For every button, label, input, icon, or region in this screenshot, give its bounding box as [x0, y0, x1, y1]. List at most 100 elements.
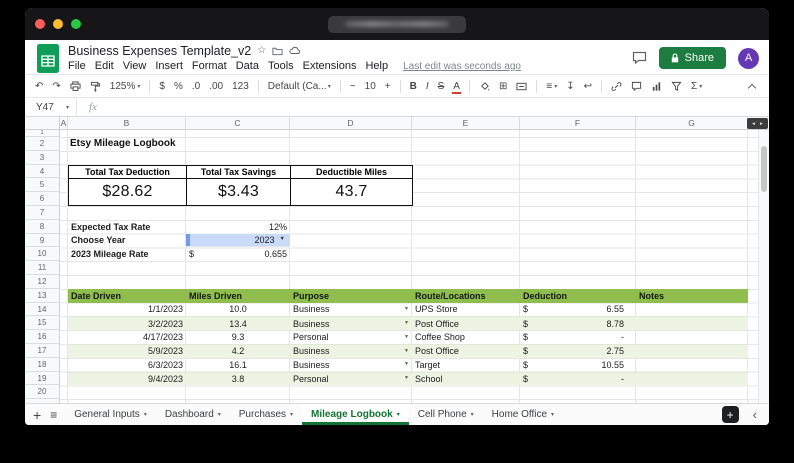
row-header[interactable]: 17 — [25, 344, 59, 358]
log-header-deduction[interactable]: Deduction — [520, 289, 636, 303]
cell-miles[interactable]: 3.8 — [186, 373, 290, 386]
zoom-window-button[interactable] — [71, 19, 81, 29]
move-folder-icon[interactable] — [272, 46, 283, 56]
summary-header-cell[interactable]: Total Tax Deduction — [69, 165, 187, 180]
last-edit-link[interactable]: Last edit was seconds ago — [403, 61, 521, 72]
zoom-select[interactable]: 125% ▾ — [110, 81, 141, 92]
row-header[interactable]: 2 — [25, 137, 59, 151]
cell-route[interactable]: Target — [412, 358, 520, 372]
cell-deduction[interactable]: $ 8.78 — [520, 317, 636, 330]
cell-route[interactable]: UPS Store — [412, 303, 520, 317]
vertical-align-button[interactable]: ↧ — [566, 81, 574, 92]
column-header-f[interactable]: F — [520, 117, 636, 129]
cell-route[interactable]: Post Office — [412, 345, 520, 358]
chevron-down-icon[interactable]: ▾ — [218, 411, 221, 418]
cell-notes[interactable] — [636, 303, 748, 317]
row-header[interactable]: 13 — [25, 289, 59, 303]
select-all-corner[interactable] — [25, 117, 60, 130]
menu-data[interactable]: Data — [236, 60, 259, 72]
cell-date[interactable]: 9/4/2023 — [68, 373, 186, 386]
font-family-select[interactable]: Default (Ca... ▾ — [268, 81, 331, 92]
cell-route[interactable]: Coffee Shop — [412, 330, 520, 344]
cells-area[interactable]: Etsy Mileage Logbook Total Tax Deduction… — [60, 130, 769, 403]
chevron-down-icon[interactable]: ▾ — [144, 411, 147, 418]
row-header[interactable]: 12 — [25, 275, 59, 289]
mileage-rate-label-cell[interactable]: 2023 Mileage Rate — [68, 247, 186, 261]
cell-date[interactable]: 1/1/2023 — [68, 303, 186, 317]
font-size-input[interactable]: 10 — [365, 81, 376, 92]
name-box[interactable]: Y47 ▾ — [25, 98, 77, 116]
dropdown-caret-icon[interactable]: ▼ — [404, 306, 409, 312]
decrease-font-size-button[interactable]: − — [350, 81, 356, 92]
row-header[interactable]: 15 — [25, 316, 59, 331]
cell-purpose[interactable]: Business ▼ — [290, 345, 412, 358]
summary-value-cell[interactable]: 43.7 — [291, 179, 412, 205]
cell-date[interactable]: 3/2/2023 — [68, 317, 186, 330]
dropdown-caret-icon[interactable]: ▼ — [404, 348, 409, 354]
cell-deduction[interactable]: $ - — [520, 373, 636, 386]
mileage-rate-value-cell[interactable]: $ 0.655 — [186, 247, 290, 261]
filter-button[interactable] — [671, 81, 682, 92]
row-header[interactable]: 8 — [25, 220, 59, 234]
chevron-down-icon[interactable]: ▾ — [290, 411, 293, 418]
log-header-notes[interactable]: Notes — [636, 289, 748, 303]
cell-notes[interactable] — [636, 317, 748, 330]
italic-button[interactable]: I — [426, 81, 429, 92]
log-header-date[interactable]: Date Driven — [68, 289, 186, 303]
tab-home-office[interactable]: Home Office ▾ — [483, 404, 563, 425]
chevron-down-icon[interactable]: ▾ — [397, 411, 400, 418]
cell-route[interactable]: School — [412, 373, 520, 386]
dropdown-caret-icon[interactable]: ▼ — [404, 321, 409, 326]
cell-deduction[interactable]: $ 6.55 — [520, 303, 636, 317]
menu-tools[interactable]: Tools — [268, 60, 294, 72]
functions-button[interactable]: Σ ▾ — [691, 81, 702, 92]
minimize-window-button[interactable] — [53, 19, 63, 29]
all-sheets-button[interactable]: ≡ — [50, 409, 57, 421]
menu-file[interactable]: File — [68, 60, 86, 72]
fill-color-button[interactable] — [479, 81, 490, 92]
tab-general-inputs[interactable]: General Inputs ▾ — [65, 404, 156, 425]
tax-rate-value-cell[interactable]: 12% — [186, 220, 290, 234]
cell-notes[interactable] — [636, 373, 748, 386]
cloud-status-icon[interactable] — [289, 46, 301, 55]
cell-purpose[interactable]: Business ▼ — [290, 317, 412, 330]
cell-date[interactable]: 6/3/2023 — [68, 358, 186, 372]
explore-plus-button[interactable]: + — [721, 406, 739, 423]
column-header-g[interactable]: G — [636, 117, 748, 129]
column-header-a[interactable]: A — [60, 117, 68, 129]
cell-miles[interactable]: 13.4 — [186, 317, 290, 330]
cell-miles[interactable]: 9.3 — [186, 330, 290, 344]
column-header-d[interactable]: D — [290, 117, 412, 129]
row-header[interactable]: 18 — [25, 358, 59, 372]
row-header[interactable]: 19 — [25, 372, 59, 386]
row-header[interactable]: 1 — [25, 130, 59, 137]
text-wrap-button[interactable]: ↩ — [584, 81, 592, 92]
menu-help[interactable]: Help — [365, 60, 388, 72]
undo-icon[interactable]: ↶ — [35, 81, 43, 92]
cell-notes[interactable] — [636, 330, 748, 344]
row-header[interactable]: 5 — [25, 178, 59, 193]
cell-purpose[interactable]: Personal ▼ — [290, 330, 412, 344]
insert-link-button[interactable] — [611, 81, 622, 92]
cell-date[interactable]: 4/17/2023 — [68, 330, 186, 344]
cell-deduction[interactable]: $ 10.55 — [520, 358, 636, 372]
increase-font-size-button[interactable]: + — [385, 81, 391, 92]
cell-notes[interactable] — [636, 345, 748, 358]
bold-button[interactable]: B — [410, 81, 417, 92]
percent-format-button[interactable]: % — [174, 81, 183, 92]
document-title[interactable]: Business Expenses Template_v2 — [68, 44, 251, 58]
chevron-down-icon[interactable]: ▾ — [471, 411, 474, 418]
sheets-logo[interactable] — [37, 43, 60, 73]
year-dropdown-cell[interactable]: 2023 ▼ — [186, 233, 290, 248]
print-icon[interactable] — [70, 80, 81, 92]
cell-purpose[interactable]: Business ▼ — [290, 303, 412, 317]
cell-deduction[interactable]: $ - — [520, 330, 636, 344]
chevron-down-icon[interactable]: ▾ — [551, 411, 554, 418]
strikethrough-button[interactable]: S — [438, 81, 445, 92]
row-header[interactable]: 4 — [25, 165, 59, 179]
comment-history-icon[interactable] — [632, 51, 647, 65]
row-header[interactable]: 10 — [25, 247, 59, 262]
menu-view[interactable]: View — [123, 60, 147, 72]
cell-notes[interactable] — [636, 358, 748, 372]
column-header-e[interactable]: E — [412, 117, 520, 129]
